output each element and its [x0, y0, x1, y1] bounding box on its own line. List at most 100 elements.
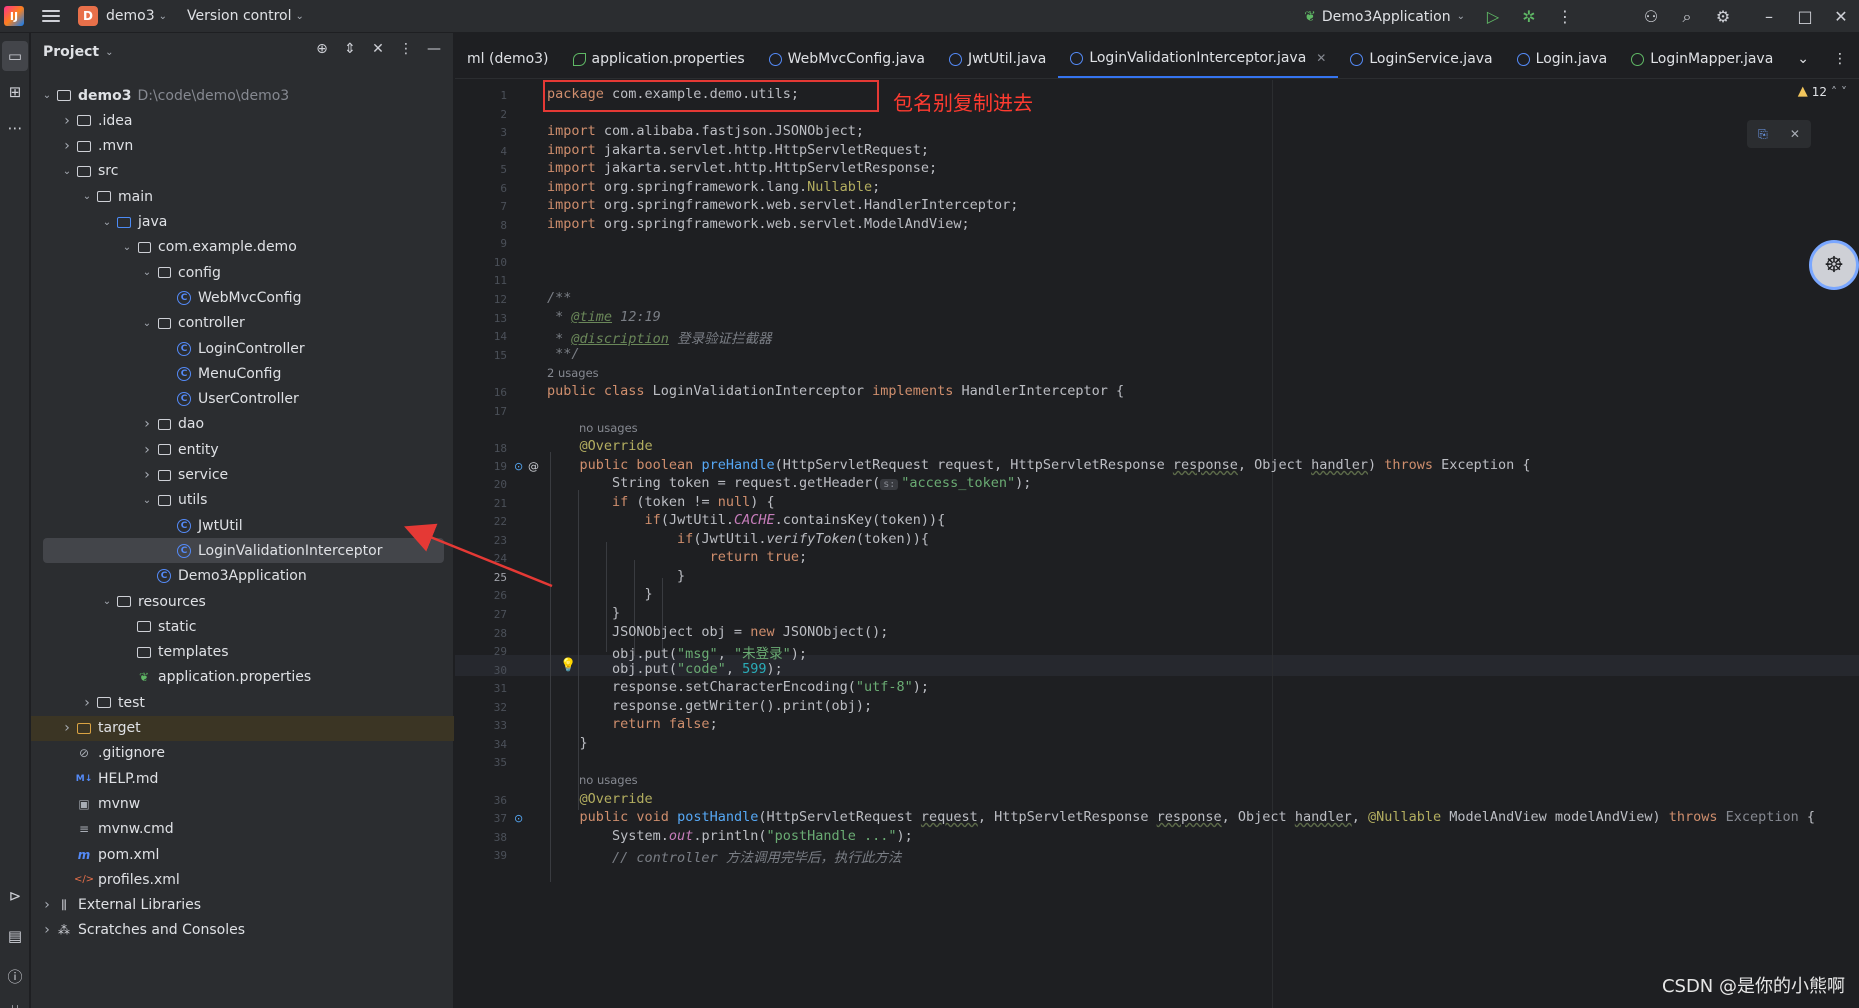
minimize-icon[interactable]: –	[1751, 0, 1787, 33]
tree-item[interactable]: templates	[31, 640, 454, 665]
ai-assistant-avatar-icon[interactable]: ☸	[1809, 240, 1859, 290]
search-icon[interactable]: ⌕	[1669, 0, 1705, 33]
chevron-right-icon[interactable]: ›	[59, 720, 75, 736]
chevron-down-icon[interactable]: ⌄	[99, 217, 115, 228]
chevron-down-icon[interactable]: ⌄	[105, 47, 113, 58]
run-icon[interactable]: ▷	[1475, 0, 1511, 33]
services-icon[interactable]: ⊳	[0, 881, 30, 911]
tree-item[interactable]: ⌄ src	[31, 159, 454, 184]
more-actions-icon[interactable]: ⋮	[1547, 0, 1583, 33]
tree-item[interactable]: </> profiles.xml	[31, 867, 454, 892]
chevron-down-icon[interactable]: ⌄	[139, 495, 155, 506]
tree-item[interactable]: C UserController	[31, 387, 454, 412]
vcs-menu[interactable]: Version control ⌄	[187, 8, 304, 24]
override-gutter-icon[interactable]: ⊙	[514, 812, 523, 825]
tree-item[interactable]: C WebMvcConfig	[31, 285, 454, 310]
chevron-down-icon[interactable]: ⌄	[99, 596, 115, 607]
chevron-right-icon[interactable]: ›	[59, 138, 75, 154]
no-usages-hint[interactable]: no usages	[579, 773, 638, 787]
project-tool-folder-icon[interactable]: ▭	[2, 41, 28, 71]
chevron-up-icon[interactable]: ˄	[1831, 85, 1837, 99]
editor-tab[interactable]: ml (demo3)	[455, 40, 561, 78]
tree-item[interactable]: ⌄ resources	[31, 589, 454, 614]
settings-gear-icon[interactable]: ⚙	[1705, 0, 1741, 33]
tree-item[interactable]: ⌄ main	[31, 184, 454, 209]
chevron-right-icon[interactable]: ›	[139, 467, 155, 483]
terminal-icon[interactable]: ▤	[0, 921, 30, 951]
tabs-options-icon[interactable]: ⋮	[1821, 40, 1859, 78]
at-gutter-icon[interactable]: @	[528, 460, 539, 473]
chevron-down-icon[interactable]: ⌄	[39, 90, 55, 101]
chevron-right-icon[interactable]: ›	[139, 442, 155, 458]
problems-icon[interactable]: ⓘ	[0, 961, 30, 991]
debug-icon[interactable]: ✲	[1511, 0, 1547, 33]
tree-item[interactable]: › test	[31, 690, 454, 715]
tree-item[interactable]: ❦ application.properties	[31, 665, 454, 690]
tree-item[interactable]: m pom.xml	[31, 842, 454, 867]
warnings-indicator[interactable]: ▲ 12 ˄ ˅	[1798, 84, 1847, 99]
tree-item[interactable]: ⌄ config	[31, 260, 454, 285]
tree-item[interactable]: static	[31, 614, 454, 639]
tree-item[interactable]: ⌄ controller	[31, 311, 454, 336]
chevron-down-icon[interactable]: ˅	[1841, 85, 1847, 99]
chevron-down-icon[interactable]: ⌄	[59, 166, 75, 177]
editor-tab[interactable]: application.properties	[561, 40, 757, 78]
expand-all-icon[interactable]: ⇕	[339, 41, 361, 57]
override-gutter-icon[interactable]: ⊙	[514, 460, 523, 473]
tree-item[interactable]: C LoginValidationInterceptor	[43, 538, 444, 564]
hide-panel-icon[interactable]: —	[423, 41, 445, 57]
usages-hint[interactable]: 2 usages	[547, 366, 599, 380]
tree-item[interactable]: C MenuConfig	[31, 361, 454, 386]
tree-item[interactable]: › ⫼ External Libraries	[31, 893, 454, 918]
tree-item[interactable]: ⌄ com.example.demo	[31, 235, 454, 260]
tree-item[interactable]: ▣ mvnw	[31, 791, 454, 816]
tree-item[interactable]: › entity	[31, 437, 454, 462]
tree-item[interactable]: ≡ mvnw.cmd	[31, 817, 454, 842]
tree-item[interactable]: › .mvn	[31, 134, 454, 159]
tree-item[interactable]: ⌄ demo3 D:\code\demo\demo3	[31, 83, 454, 108]
tree-item[interactable]: ⊘ .gitignore	[31, 741, 454, 766]
project-panel-title[interactable]: Project	[43, 44, 99, 60]
run-config-selector[interactable]: ❦ Demo3Application ⌄	[1304, 9, 1465, 25]
reader-mode-icon[interactable]: ⎘	[1758, 127, 1768, 142]
editor-tab[interactable]: JwtUtil.java	[937, 40, 1058, 78]
code-editor[interactable]: 1 2 3 4 5 6 7 8 9 10 11 12 13 14 15 16 17 18 19 20 21 22 23 24 2…	[455, 80, 1859, 1008]
add-user-icon[interactable]: ⚇	[1633, 0, 1669, 33]
editor-tab[interactable]: Login.java	[1505, 40, 1620, 78]
close-tab-icon[interactable]: ✕	[1316, 51, 1326, 65]
structure-icon[interactable]: ⊞	[0, 77, 30, 107]
collapse-all-icon[interactable]: ✕	[367, 41, 389, 57]
chevron-right-icon[interactable]: ›	[79, 695, 95, 711]
chevron-down-icon[interactable]: ⌄	[119, 242, 135, 253]
chevron-down-icon[interactable]: ⌄	[139, 267, 155, 278]
more-tools-icon[interactable]: ⋯	[0, 113, 30, 143]
tree-item[interactable]: › service	[31, 463, 454, 488]
tree-item[interactable]: C JwtUtil	[31, 513, 454, 538]
tabs-overflow-icon[interactable]: ⌄	[1785, 40, 1821, 78]
chevron-down-icon[interactable]: ⌄	[139, 318, 155, 329]
tree-item[interactable]: C Demo3Application	[31, 564, 454, 589]
maximize-icon[interactable]: □	[1787, 0, 1823, 33]
tree-item[interactable]: › ⁂ Scratches and Consoles	[31, 918, 454, 943]
editor-tab[interactable]: LoginService.java	[1338, 40, 1504, 78]
tree-item[interactable]: ⌄ java	[31, 210, 454, 235]
main-menu-icon[interactable]	[42, 10, 60, 22]
chevron-down-icon[interactable]: ⌄	[79, 191, 95, 202]
chevron-right-icon[interactable]: ›	[39, 897, 55, 913]
tree-item[interactable]: › target	[31, 715, 454, 741]
chevron-right-icon[interactable]: ›	[39, 922, 55, 938]
editor-tab[interactable]: LoginValidationInterceptor.java ✕	[1058, 40, 1339, 78]
options-icon[interactable]: ⋮	[395, 41, 417, 57]
editor-tab[interactable]: WebMvcConfig.java	[757, 40, 937, 78]
locate-file-icon[interactable]: ⊕	[311, 41, 333, 57]
intention-bulb-icon[interactable]: 💡	[560, 658, 576, 673]
editor-tab[interactable]: LoginMapper.java	[1619, 40, 1785, 78]
git-icon[interactable]: ⑂	[0, 995, 30, 1008]
close-window-icon[interactable]: ✕	[1823, 0, 1859, 33]
tree-item[interactable]: › dao	[31, 412, 454, 437]
tree-item[interactable]: ⌄ utils	[31, 488, 454, 513]
project-switcher[interactable]: demo3 ⌄	[106, 8, 167, 24]
chevron-right-icon[interactable]: ›	[139, 416, 155, 432]
close-icon[interactable]: ✕	[1790, 127, 1800, 141]
chevron-right-icon[interactable]: ›	[59, 113, 75, 129]
